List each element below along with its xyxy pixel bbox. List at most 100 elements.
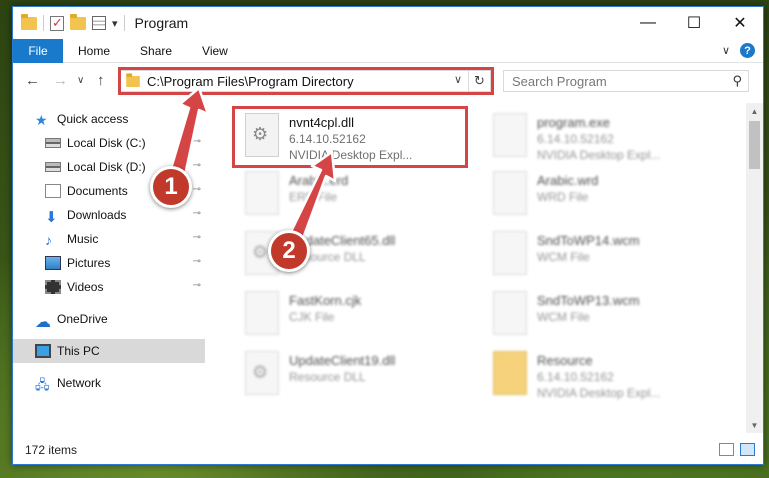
vertical-scrollbar[interactable]: ▲ ▼ xyxy=(746,103,763,433)
list-item[interactable]: SndToWP14.wcm WCM File xyxy=(487,227,722,283)
file-icon xyxy=(493,171,527,215)
pin-icon: ⊸ xyxy=(192,256,201,267)
file-name: Arabic.wrd xyxy=(537,173,599,188)
sidebar-item-downloads[interactable]: ⬇ Downloads ⊸ xyxy=(45,203,207,227)
sidebar-item-label: Downloads xyxy=(67,208,127,222)
item-count: 172 items xyxy=(25,443,78,457)
sidebar-item-pictures[interactable]: Pictures ⊸ xyxy=(45,251,207,275)
file-icon xyxy=(245,291,279,335)
details-view-icon[interactable] xyxy=(719,443,734,456)
toolbar-divider xyxy=(43,15,44,31)
pin-icon: ⊸ xyxy=(192,184,201,195)
minimize-button[interactable]: — xyxy=(625,7,671,39)
list-item[interactable]: program.exe 6.14.10.52162 NVIDIA Desktop… xyxy=(487,109,722,165)
file-name: Resource xyxy=(537,353,593,368)
new-folder-icon[interactable] xyxy=(70,13,86,30)
file-type: ERD File xyxy=(289,190,338,204)
dll-icon xyxy=(245,351,279,395)
file-version: 6.14.10.52162 xyxy=(537,132,614,146)
sidebar-item-this-pc[interactable]: This PC xyxy=(13,339,205,363)
star-icon: ★ xyxy=(35,112,48,128)
list-item[interactable]: Arabic.erd ERD File xyxy=(239,167,474,223)
sidebar-item-label: Local Disk (C:) xyxy=(67,136,146,150)
download-icon: ⬇ xyxy=(45,209,58,226)
search-box[interactable]: Search Program ⚲ xyxy=(503,70,749,92)
sidebar-item-quick-access[interactable]: ★ Quick access xyxy=(35,107,227,131)
explorer-window: ▾ Program — ☐ ✕ File Home Share View ∨ ?… xyxy=(12,6,764,465)
list-item[interactable]: Arabic.wrd WRD File xyxy=(487,167,722,223)
scrollbar-thumb[interactable] xyxy=(749,121,760,169)
back-button[interactable]: ← xyxy=(25,72,40,89)
properties-check-icon[interactable] xyxy=(50,15,64,31)
maximize-button[interactable]: ☐ xyxy=(671,7,717,39)
sidebar-item-onedrive[interactable]: ☁ OneDrive xyxy=(35,307,227,331)
file-type: CJK File xyxy=(289,310,335,324)
pin-icon: ⊸ xyxy=(192,136,201,147)
quick-access-toolbar: ▾ xyxy=(13,13,125,31)
sidebar-item-label: Quick access xyxy=(57,112,129,126)
tiles-view-icon[interactable] xyxy=(740,443,755,456)
file-name: FastKorn.cjk xyxy=(289,293,362,308)
view-toggle xyxy=(719,443,755,456)
drive-icon xyxy=(45,162,61,172)
status-bar: 172 items xyxy=(13,436,763,464)
up-button[interactable]: ↑ xyxy=(97,72,105,89)
file-version: 6.14.10.52162 xyxy=(537,370,614,384)
list-item[interactable]: SndToWP13.wcm WCM File xyxy=(487,287,722,343)
step-badge-2: 2 xyxy=(268,230,310,272)
tab-home[interactable]: Home xyxy=(63,39,125,63)
sidebar-item-label: Local Disk (D:) xyxy=(67,160,146,174)
file-type: WRD File xyxy=(537,190,589,204)
file-name: SndToWP14.wcm xyxy=(537,233,640,248)
title-bar: ▾ Program — ☐ ✕ xyxy=(13,7,763,39)
sidebar-item-network[interactable]: 🖧 Network xyxy=(35,371,227,395)
sidebar-item-label: Documents xyxy=(67,184,128,198)
toolbar-dropdown-icon[interactable]: ▾ xyxy=(112,17,118,30)
file-description: NVIDIA Desktop Expl... xyxy=(537,386,661,400)
sidebar-item-videos[interactable]: Videos ⊸ xyxy=(45,275,207,299)
file-name: SndToWP13.wcm xyxy=(537,293,640,308)
sidebar-item-label: Videos xyxy=(67,280,104,294)
toolbar-divider xyxy=(123,15,125,31)
tab-share[interactable]: Share xyxy=(125,39,187,63)
network-icon: 🖧 xyxy=(35,377,50,392)
file-type: Resource DLL xyxy=(289,370,366,384)
sidebar-item-label: Music xyxy=(67,232,99,246)
close-button[interactable]: ✕ xyxy=(717,7,763,39)
scroll-up-icon[interactable]: ▲ xyxy=(746,103,763,119)
computer-icon xyxy=(35,344,51,358)
file-type: WCM File xyxy=(537,250,590,264)
file-highlight-box xyxy=(232,106,468,168)
search-input[interactable]: Search Program xyxy=(512,74,607,89)
folder-icon[interactable] xyxy=(21,13,37,30)
expand-ribbon-icon[interactable]: ∨ xyxy=(722,44,730,57)
sidebar-item-music[interactable]: ♪ Music ⊸ xyxy=(45,227,207,251)
list-item[interactable]: Resource 6.14.10.52162 NVIDIA Desktop Ex… xyxy=(487,347,722,403)
customize-toolbar-icon[interactable] xyxy=(92,16,106,30)
file-icon xyxy=(493,231,527,275)
tab-file[interactable]: File xyxy=(13,38,63,63)
sidebar-item-label: OneDrive xyxy=(57,312,108,326)
exe-icon xyxy=(493,113,527,157)
sidebar-item-local-disk-c[interactable]: Local Disk (C:) ⊸ xyxy=(45,131,207,155)
list-item[interactable]: FastKorn.cjk CJK File xyxy=(239,287,474,343)
tab-view[interactable]: View xyxy=(187,39,243,63)
step-badge-1: 1 xyxy=(150,166,192,208)
forward-button[interactable]: → xyxy=(53,72,68,89)
list-item[interactable]: UpdateClient19.dll Resource DLL xyxy=(239,347,474,403)
documents-icon xyxy=(45,184,61,198)
recent-locations-button[interactable]: ∨ xyxy=(77,75,84,86)
ribbon-right: ∨ ? xyxy=(722,43,755,58)
help-icon[interactable]: ? xyxy=(740,43,755,58)
pin-icon: ⊸ xyxy=(192,232,201,243)
file-name: program.exe xyxy=(537,115,610,130)
search-icon[interactable]: ⚲ xyxy=(732,73,742,89)
folder-icon xyxy=(493,351,527,395)
sidebar-item-label: Pictures xyxy=(67,256,111,270)
pin-icon: ⊸ xyxy=(192,208,201,219)
address-highlight-box xyxy=(118,67,494,95)
file-icon xyxy=(245,171,279,215)
scroll-down-icon[interactable]: ▼ xyxy=(746,417,763,433)
navigation-bar: ← → ∨ ↑ C:\Program Files\Program Directo… xyxy=(13,64,763,98)
pictures-icon xyxy=(45,256,61,270)
